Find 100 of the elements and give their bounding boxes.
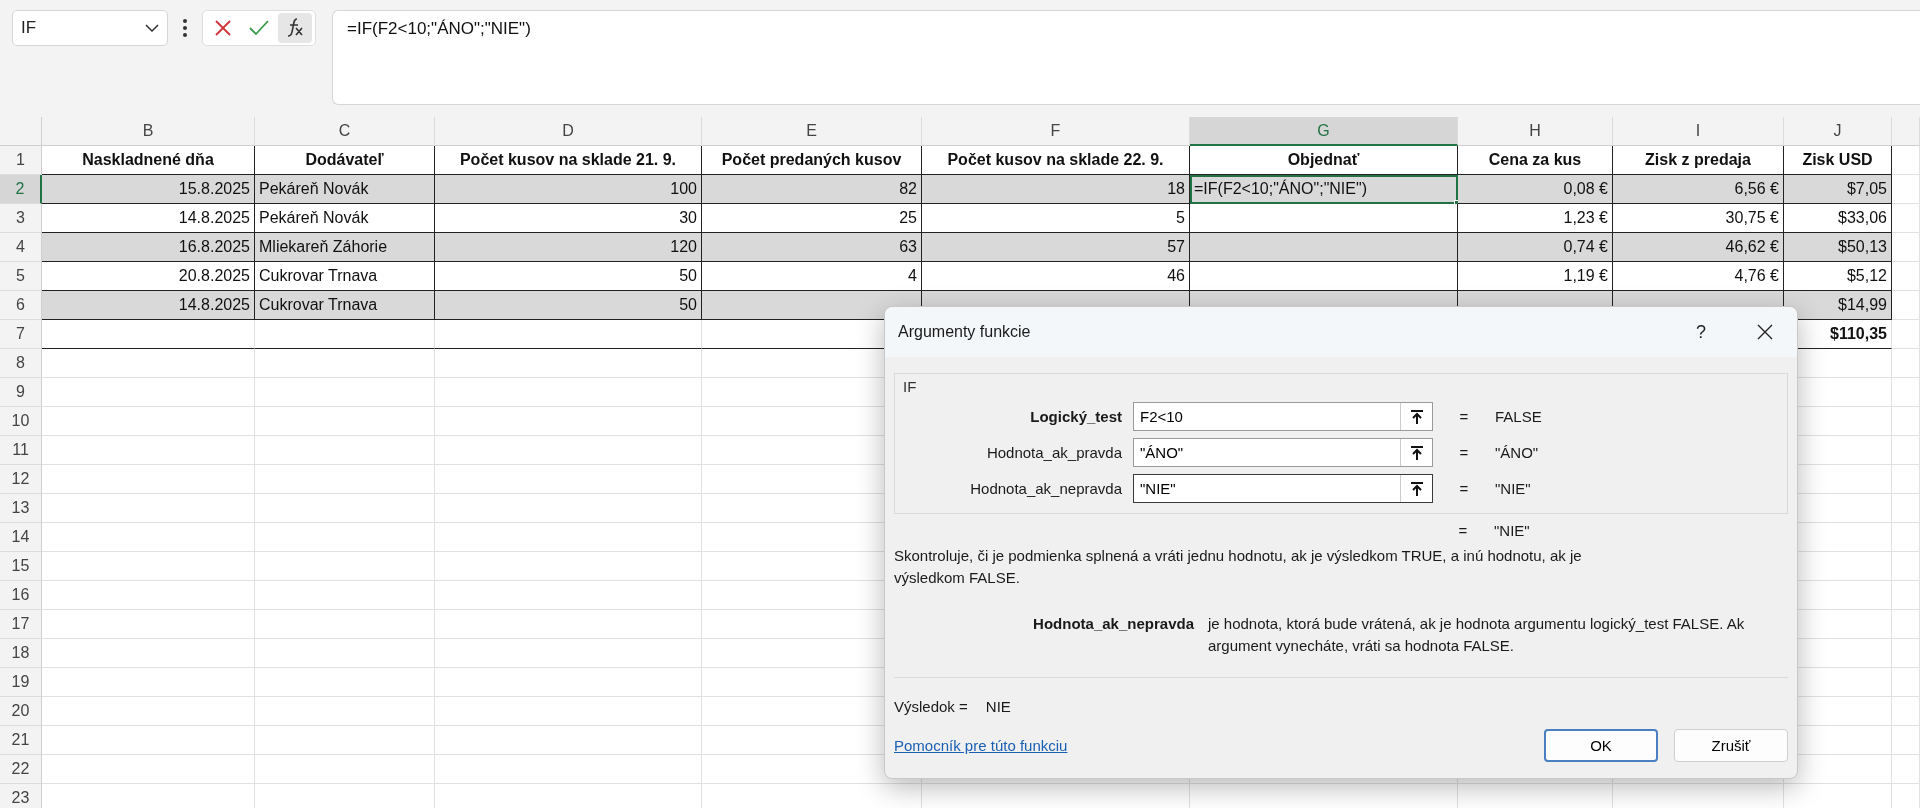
help-link[interactable]: Pomocník pre túto funkciu bbox=[894, 737, 1068, 754]
column-header[interactable]: D bbox=[435, 117, 702, 146]
grid-cell bbox=[1892, 610, 1920, 639]
table-cell: $33,06 bbox=[1784, 204, 1892, 233]
more-icon[interactable] bbox=[182, 18, 188, 38]
row-header[interactable]: 13 bbox=[0, 494, 42, 523]
argument-field[interactable]: F2<10 bbox=[1133, 402, 1433, 431]
row-header[interactable]: 16 bbox=[0, 581, 42, 610]
equals-sign: = bbox=[1458, 408, 1470, 425]
upload-arrow-icon bbox=[1409, 444, 1424, 461]
table-cell: $5,12 bbox=[1784, 262, 1892, 291]
argument-field[interactable]: "ÁNO" bbox=[1133, 438, 1433, 467]
row-header[interactable]: 1 bbox=[0, 146, 42, 175]
grid-cell bbox=[1892, 581, 1920, 610]
result-value: NIE bbox=[985, 698, 1011, 715]
row-header[interactable]: 17 bbox=[0, 610, 42, 639]
grid-cell bbox=[1892, 146, 1920, 175]
header-cell: Počet predaných kusov bbox=[702, 146, 922, 175]
column-header[interactable]: E bbox=[702, 117, 922, 146]
row-header[interactable]: 7 bbox=[0, 320, 42, 349]
table-cell: 57 bbox=[922, 233, 1190, 262]
table-cell: 15.8.2025 bbox=[42, 175, 255, 204]
row-header[interactable]: 19 bbox=[0, 668, 42, 697]
column-header[interactable]: J bbox=[1784, 117, 1892, 146]
row-header[interactable]: 14 bbox=[0, 523, 42, 552]
table-cell: $7,05 bbox=[1784, 175, 1892, 204]
table-cell: 1,19 € bbox=[1458, 262, 1613, 291]
table-cell: 18 bbox=[922, 175, 1190, 204]
table-cell: 14.8.2025 bbox=[42, 291, 255, 320]
grid-cell bbox=[1892, 755, 1920, 784]
table-cell: 46 bbox=[922, 262, 1190, 291]
grid-cell bbox=[1892, 552, 1920, 581]
table-cell: 50 bbox=[435, 291, 702, 320]
row-header[interactable]: 21 bbox=[0, 726, 42, 755]
close-icon bbox=[214, 19, 232, 37]
row-header[interactable]: 2 bbox=[0, 175, 42, 204]
column-header[interactable]: G bbox=[1190, 117, 1458, 146]
row-header[interactable]: 4 bbox=[0, 233, 42, 262]
column-header[interactable]: B bbox=[42, 117, 255, 146]
argument-result: "NIE" bbox=[1495, 480, 1532, 497]
row-header[interactable]: 6 bbox=[0, 291, 42, 320]
table-cell: 50 bbox=[435, 262, 702, 291]
table-cell: 1,23 € bbox=[1458, 204, 1613, 233]
column-header[interactable]: F bbox=[922, 117, 1190, 146]
row-header[interactable]: 8 bbox=[0, 349, 42, 378]
name-box[interactable]: IF bbox=[12, 10, 168, 46]
column-header[interactable]: H bbox=[1458, 117, 1613, 146]
row-header[interactable]: 22 bbox=[0, 755, 42, 784]
row-header[interactable]: 11 bbox=[0, 436, 42, 465]
equals-sign: = bbox=[1458, 444, 1470, 461]
table-cell: 63 bbox=[702, 233, 922, 262]
row-header[interactable]: 9 bbox=[0, 378, 42, 407]
table-cell: Pekáreň Novák bbox=[255, 175, 435, 204]
row-header[interactable]: 23 bbox=[0, 784, 42, 808]
row-header[interactable]: 15 bbox=[0, 552, 42, 581]
insert-function-button[interactable] bbox=[278, 13, 312, 43]
table-cell: 120 bbox=[435, 233, 702, 262]
header-cell: Počet kusov na sklade 22. 9. bbox=[922, 146, 1190, 175]
equals-sign: = bbox=[1457, 522, 1469, 539]
grid-cell bbox=[1892, 233, 1920, 262]
grid-cell bbox=[1892, 465, 1920, 494]
grid-cell bbox=[1892, 436, 1920, 465]
table-cell: 14.8.2025 bbox=[42, 204, 255, 233]
grid-cell bbox=[1892, 523, 1920, 552]
argument-name: Hodnota_ak_nepravda bbox=[1032, 614, 1194, 634]
table-cell: =IF(F2<10;"ÁNO";"NIE") bbox=[1190, 175, 1458, 204]
row-header[interactable]: 12 bbox=[0, 465, 42, 494]
table-cell: 100 bbox=[435, 175, 702, 204]
checkmark-icon bbox=[248, 19, 270, 37]
dialog-title: Argumenty funkcie bbox=[898, 323, 1032, 341]
row-header[interactable]: 18 bbox=[0, 639, 42, 668]
table-cell: $50,13 bbox=[1784, 233, 1892, 262]
grid-cell bbox=[1892, 378, 1920, 407]
row-header[interactable]: 10 bbox=[0, 407, 42, 436]
table-cell: 16.8.2025 bbox=[42, 233, 255, 262]
cancel-button[interactable]: Zrušiť bbox=[1674, 729, 1788, 762]
header-cell: Zisk z predaja bbox=[1613, 146, 1784, 175]
grid-cell bbox=[1892, 697, 1920, 726]
column-header[interactable]: C bbox=[255, 117, 435, 146]
argument-field[interactable]: "NIE" bbox=[1133, 474, 1433, 503]
grid-cell bbox=[1892, 204, 1920, 233]
grid-cell bbox=[1892, 726, 1920, 755]
ok-button[interactable]: OK bbox=[1544, 729, 1658, 762]
grid-cell bbox=[1892, 668, 1920, 697]
help-button[interactable]: ? bbox=[1669, 307, 1733, 357]
column-header[interactable]: I bbox=[1613, 117, 1784, 146]
table-cell: 20.8.2025 bbox=[42, 262, 255, 291]
row-header[interactable]: 3 bbox=[0, 204, 42, 233]
table-cell: Pekáreň Novák bbox=[255, 204, 435, 233]
row-header[interactable]: 5 bbox=[0, 262, 42, 291]
table-cell: Mliekareň Záhorie bbox=[255, 233, 435, 262]
formula-field[interactable]: =IF(F2<10;"ÁNO";"NIE") bbox=[332, 10, 1920, 105]
argument-result: "ÁNO" bbox=[1495, 444, 1540, 461]
table-cell: $14,99 bbox=[1784, 291, 1892, 320]
header-cell: Naskladnené dňa bbox=[42, 146, 255, 175]
formula-result: "NIE" bbox=[1494, 522, 1531, 539]
header-cell: Zisk USD bbox=[1784, 146, 1892, 175]
row-header[interactable]: 20 bbox=[0, 697, 42, 726]
table-cell: 4 bbox=[702, 262, 922, 291]
table-cell: 82 bbox=[702, 175, 922, 204]
